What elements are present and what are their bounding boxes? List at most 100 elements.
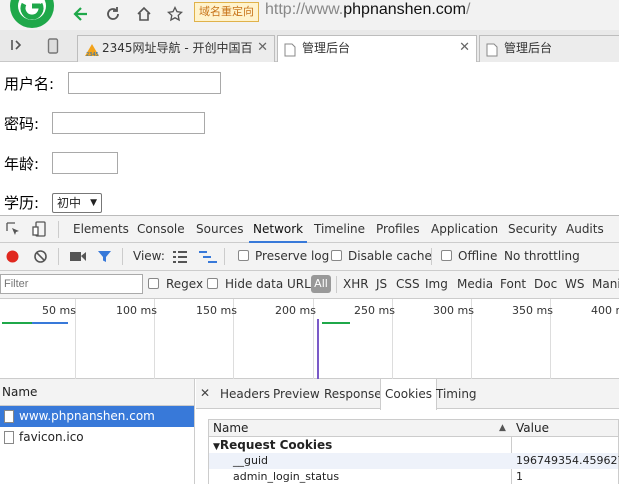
filter-type-doc[interactable]: Doc	[534, 277, 557, 291]
request-cookies-group[interactable]: ▼Request Cookies	[209, 437, 618, 453]
preserve-log-checkbox[interactable]	[238, 250, 249, 261]
tab-audits[interactable]: Audits	[566, 222, 604, 236]
tab-title: 管理后台	[302, 41, 351, 55]
tab-preview[interactable]: Preview	[269, 379, 324, 409]
tab-profiles[interactable]: Profiles	[376, 222, 420, 236]
tab-network[interactable]: Network	[248, 222, 308, 243]
tab-admin[interactable]: 管理后台	[479, 35, 619, 62]
age-input[interactable]	[52, 152, 118, 174]
request-list-header[interactable]: Name	[0, 379, 194, 406]
filter-type-manifest[interactable]: Mani	[592, 277, 619, 291]
tab-headers[interactable]: Headers	[216, 379, 274, 409]
close-detail-icon[interactable]: ✕	[200, 386, 210, 400]
filter-type-ws[interactable]: WS	[565, 277, 584, 291]
tab-console[interactable]: Console	[137, 222, 185, 236]
page-favicon-icon	[486, 41, 498, 62]
tab-sources[interactable]: Sources	[196, 222, 243, 236]
clear-icon[interactable]	[33, 249, 48, 264]
overview-tick-label: 250 ms	[354, 304, 395, 317]
sort-arrow-icon: ▲	[499, 423, 506, 433]
tab-cookies[interactable]: Cookies	[380, 379, 437, 410]
overview-waterfall-icon[interactable]	[199, 251, 217, 263]
disable-cache-checkbox[interactable]	[331, 250, 342, 261]
address-bar[interactable]: http://www.phpnanshen.com/	[265, 1, 470, 19]
username-input[interactable]	[68, 72, 221, 94]
filter-type-media[interactable]: Media	[457, 277, 493, 291]
overview-tick-label: 400 m	[591, 304, 619, 317]
filter-bar: Regex Hide data URLs All XHR JS CSS Img …	[0, 271, 619, 299]
offline-checkbox[interactable]	[441, 250, 452, 261]
star-icon	[167, 6, 183, 22]
cookie-name: admin_login_status	[233, 470, 340, 483]
tab-timeline[interactable]: Timeline	[314, 222, 365, 236]
tab-close-icon[interactable]: ✕	[459, 36, 470, 60]
tab-response[interactable]: Response	[320, 379, 386, 409]
request-row[interactable]: favicon.ico	[0, 427, 194, 448]
back-button[interactable]	[68, 2, 94, 26]
request-detail: ✕ Headers Preview Response Cookies Timin…	[196, 379, 619, 484]
inspect-element-icon[interactable]	[6, 222, 20, 236]
filter-icon[interactable]	[97, 249, 112, 264]
offline-label: Offline	[458, 249, 498, 263]
filter-type-xhr[interactable]: XHR	[343, 277, 369, 291]
cookie-row[interactable]: admin_login_status 1	[209, 469, 618, 484]
regex-label: Regex	[166, 277, 204, 291]
cookie-row[interactable]: __guid 196749354.4596278	[209, 453, 619, 469]
request-list: Name www.phpnanshen.com favicon.ico	[0, 379, 195, 484]
record-icon[interactable]	[5, 249, 20, 264]
network-toolbar: View: Preserve log Disable cache Offline…	[0, 243, 619, 271]
tab-elements[interactable]: Elements	[73, 222, 129, 236]
value-column-header[interactable]: Value	[516, 420, 549, 436]
name-column-header[interactable]: Name	[213, 420, 248, 436]
cookies-table: Name ▲ Value ▼Request Cookies __guid 196…	[208, 419, 619, 484]
back-arrow-icon	[73, 7, 87, 21]
capture-screenshots-icon[interactable]	[70, 251, 86, 262]
device-toolbar-icon[interactable]	[32, 221, 46, 237]
age-label: 年龄:	[4, 155, 40, 173]
tab-2345-nav[interactable]: 2345 2345网址导航 - 开创中国百 ✕	[77, 35, 275, 62]
filter-input[interactable]	[0, 274, 143, 294]
tab-application[interactable]: Application	[431, 222, 498, 236]
hide-data-urls-checkbox[interactable]	[207, 278, 218, 289]
bookmark-button[interactable]	[162, 2, 188, 26]
password-input[interactable]	[52, 112, 205, 134]
tab-timing[interactable]: Timing	[432, 379, 481, 409]
overview-tick-label: 150 ms	[196, 304, 237, 317]
overview-tick-label: 100 ms	[116, 304, 157, 317]
tab-strip: 2345 2345网址导航 - 开创中国百 ✕ 管理后台 ✕ 管理后台	[0, 30, 619, 62]
throttling-select[interactable]: No throttling	[504, 249, 580, 263]
filter-type-js[interactable]: JS	[376, 277, 387, 291]
overview-dom-loaded-marker	[317, 319, 319, 379]
view-label: View:	[133, 249, 165, 263]
toolbar-divider	[122, 248, 123, 265]
detail-tabbar: ✕ Headers Preview Response Cookies Timin…	[196, 379, 619, 410]
document-icon	[4, 431, 14, 444]
request-name: favicon.ico	[19, 430, 84, 444]
devtools-panel: Elements Console Sources Network Timelin…	[0, 215, 619, 484]
regex-checkbox[interactable]	[148, 278, 159, 289]
tab-security[interactable]: Security	[508, 222, 557, 236]
toolbar-divider	[58, 248, 59, 265]
network-overview[interactable]: 50 ms 100 ms 150 ms 200 ms 250 ms 300 ms…	[0, 299, 619, 379]
home-button[interactable]	[131, 2, 157, 26]
username-label: 用户名:	[4, 75, 55, 93]
filter-type-css[interactable]: CSS	[396, 277, 420, 291]
url-host: phpnanshen.com	[343, 1, 467, 18]
filter-type-img[interactable]: Img	[425, 277, 448, 291]
filter-type-font[interactable]: Font	[500, 277, 526, 291]
list-view-icon[interactable]	[173, 251, 187, 263]
phone-icon[interactable]	[47, 38, 59, 54]
redirect-badge[interactable]: 域名重定向	[194, 2, 259, 22]
filter-type-all[interactable]: All	[311, 275, 331, 293]
home-icon	[137, 6, 151, 21]
request-row[interactable]: www.phpnanshen.com	[0, 406, 194, 427]
sidebar-toggle-icon[interactable]	[10, 38, 24, 52]
toolbar-divider	[431, 248, 432, 265]
tab-admin-active[interactable]: 管理后台 ✕	[277, 35, 477, 62]
password-label: 密码:	[4, 115, 40, 133]
reload-button[interactable]	[100, 2, 126, 26]
browser-toolbar: 域名重定向 http://www.phpnanshen.com/	[0, 0, 619, 30]
education-select[interactable]: 初中 ▼	[52, 193, 102, 213]
overview-request-bar	[322, 322, 350, 324]
tab-close-icon[interactable]: ✕	[257, 36, 268, 60]
